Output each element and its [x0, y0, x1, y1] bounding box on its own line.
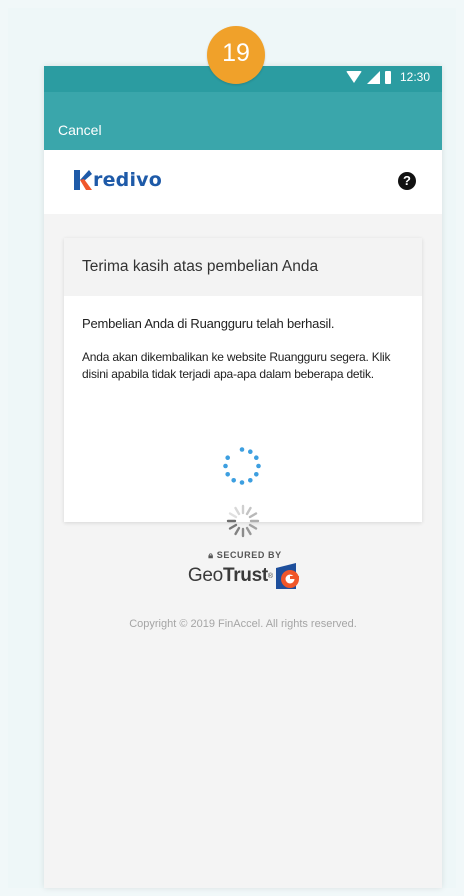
signal-icon [366, 70, 380, 84]
status-icons: 12:30 [345, 70, 430, 84]
success-message: Pembelian Anda di Ruangguru telah berhas… [82, 316, 335, 331]
battery-icon [384, 70, 391, 84]
geotrust-logo: Geo Trust ® [180, 563, 310, 589]
logo-text: redivo [93, 169, 163, 191]
lock-icon: 🔒︎ [208, 550, 214, 560]
redirect-message[interactable]: Anda akan dikembalikan ke website Ruangg… [82, 349, 404, 383]
geotrust-brand-light: Geo [187, 565, 223, 586]
secured-by-label: SECURED BY [216, 550, 282, 560]
screenshot-frame: 12:30 Cancel redivo ? Terima kasih atas … [8, 8, 456, 888]
geotrust-brand-bold: Trust [222, 565, 268, 586]
wifi-icon [345, 71, 362, 83]
cancel-button[interactable]: Cancel [58, 122, 102, 138]
kredivo-k-icon [74, 170, 92, 190]
card-title: Terima kasih atas pembelian Anda [64, 238, 422, 296]
step-number-badge: 19 [207, 26, 265, 84]
copyright-text: Copyright © 2019 FinAccel. All rights re… [129, 618, 357, 630]
help-icon[interactable]: ? [398, 172, 416, 190]
card-body: Pembelian Anda di Ruangguru telah berhas… [64, 296, 422, 383]
success-card: Terima kasih atas pembelian Anda Pembeli… [64, 238, 422, 522]
geotrust-badge-icon [276, 563, 300, 589]
geotrust-seal[interactable]: 🔒︎ SECURED BY Geo Trust ® [180, 550, 310, 589]
app-bar: Cancel [44, 92, 442, 150]
phone-screen: 12:30 Cancel redivo ? Terima kasih atas … [44, 66, 442, 888]
loading-spinner-icon [226, 504, 260, 538]
loading-dots-icon [223, 447, 261, 485]
kredivo-header: redivo ? [44, 150, 442, 214]
registered-mark: ® [267, 572, 274, 580]
status-time: 12:30 [399, 70, 430, 84]
kredivo-logo: redivo [74, 168, 162, 192]
